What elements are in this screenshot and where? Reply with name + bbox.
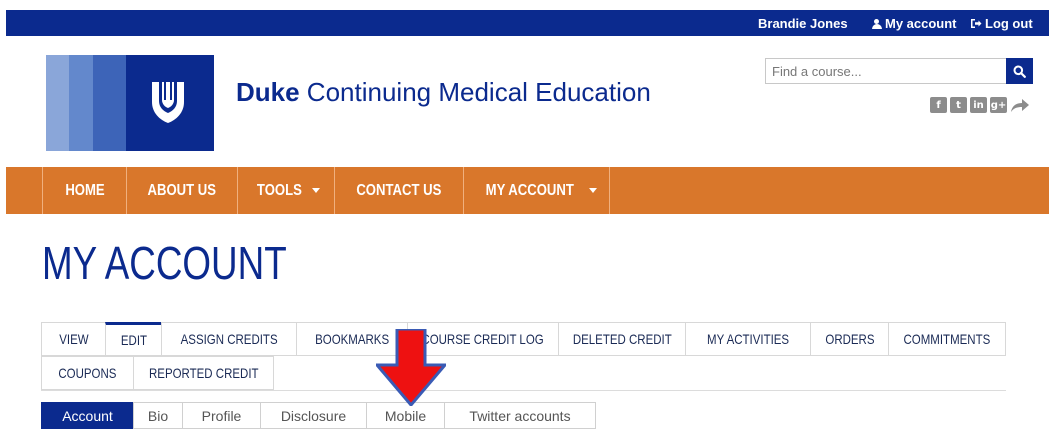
social-links: f t in g+ bbox=[930, 97, 1030, 113]
duke-shield-icon bbox=[152, 82, 184, 123]
facebook-icon[interactable]: f bbox=[930, 97, 947, 113]
tab-label: COMMITMENTS bbox=[903, 331, 991, 347]
nav-about-us[interactable]: ABOUT US bbox=[126, 167, 237, 214]
logout-icon bbox=[971, 19, 982, 28]
tab-assign-credits[interactable]: ASSIGN CREDITS bbox=[161, 322, 296, 356]
tab-edit[interactable]: EDIT bbox=[105, 322, 161, 356]
my-account-link[interactable]: My account bbox=[872, 16, 957, 31]
search-input[interactable] bbox=[765, 58, 1006, 84]
tab-label: DELETED CREDIT bbox=[572, 331, 672, 347]
user-name-link[interactable]: Brandie Jones bbox=[758, 16, 848, 31]
nav-tools-label: TOOLS bbox=[256, 181, 302, 199]
subtab-label: Bio bbox=[147, 407, 169, 424]
nav-my-account[interactable]: MY ACCOUNT bbox=[463, 167, 610, 214]
subtab-mobile[interactable]: Mobile bbox=[366, 402, 444, 429]
tab-view[interactable]: VIEW bbox=[41, 322, 105, 356]
tab-commitments[interactable]: COMMITMENTS bbox=[888, 322, 1006, 356]
caret-down-icon bbox=[312, 188, 321, 193]
subtab-label: Account bbox=[62, 407, 113, 424]
nav-contact-us[interactable]: CONTACT US bbox=[334, 167, 463, 214]
page-title: MY ACCOUNT bbox=[42, 237, 287, 289]
brand-rest: Continuing Medical Education bbox=[299, 77, 651, 107]
my-account-label: My account bbox=[885, 16, 957, 31]
nav-about-label: ABOUT US bbox=[147, 181, 217, 199]
subtab-label: Mobile bbox=[384, 407, 427, 424]
linkedin-icon[interactable]: in bbox=[970, 97, 987, 113]
nav-home-label: HOME bbox=[64, 181, 105, 199]
tab-label: EDIT bbox=[120, 332, 147, 348]
tab-label: ORDERS bbox=[824, 331, 875, 347]
google-plus-icon[interactable]: g+ bbox=[990, 97, 1007, 113]
site-brand-title[interactable]: Duke Continuing Medical Education bbox=[236, 77, 651, 108]
share-icon[interactable] bbox=[1010, 97, 1030, 113]
nav-tools[interactable]: TOOLS bbox=[237, 167, 334, 214]
subtab-profile[interactable]: Profile bbox=[182, 402, 260, 429]
duke-logo[interactable] bbox=[46, 55, 214, 151]
tab-label: REPORTED CREDIT bbox=[148, 365, 259, 381]
tabs-divider bbox=[41, 390, 1006, 391]
top-utility-bar: Brandie Jones My account Log out bbox=[6, 10, 1049, 36]
search-button[interactable] bbox=[1006, 58, 1033, 84]
search-icon bbox=[1013, 65, 1026, 78]
logo-stripe bbox=[93, 55, 126, 151]
subtab-label: Profile bbox=[201, 407, 242, 424]
course-search bbox=[765, 58, 1033, 84]
subtab-label: Twitter accounts bbox=[469, 407, 571, 424]
tab-orders[interactable]: ORDERS bbox=[810, 322, 888, 356]
tab-label: MY ACTIVITIES bbox=[706, 331, 790, 347]
subtab-twitter-accounts[interactable]: Twitter accounts bbox=[444, 402, 596, 429]
subtab-account[interactable]: Account bbox=[41, 402, 133, 429]
tab-reported-credit[interactable]: REPORTED CREDIT bbox=[133, 356, 274, 390]
tab-coupons[interactable]: COUPONS bbox=[41, 356, 133, 390]
tab-label: ASSIGN CREDITS bbox=[180, 331, 278, 347]
nav-my-account-label: MY ACCOUNT bbox=[485, 181, 574, 199]
subtab-label: Disclosure bbox=[280, 407, 347, 424]
red-arrow-down-icon bbox=[376, 329, 446, 406]
subtab-bio[interactable]: Bio bbox=[133, 402, 182, 429]
logo-stripe bbox=[46, 55, 69, 151]
nav-home[interactable]: HOME bbox=[42, 167, 126, 214]
caret-down-icon bbox=[589, 188, 598, 193]
logo-stripe bbox=[69, 55, 93, 151]
person-icon bbox=[872, 18, 882, 29]
logout-link[interactable]: Log out bbox=[970, 16, 1033, 31]
tab-deleted-credit[interactable]: DELETED CREDIT bbox=[558, 322, 685, 356]
main-nav: HOME ABOUT US TOOLS CONTACT US MY ACCOUN… bbox=[6, 167, 1049, 214]
tab-my-activities[interactable]: MY ACTIVITIES bbox=[685, 322, 810, 356]
nav-contact-label: CONTACT US bbox=[356, 181, 442, 199]
subtab-disclosure[interactable]: Disclosure bbox=[260, 402, 366, 429]
brand-bold: Duke bbox=[236, 77, 300, 107]
logout-label: Log out bbox=[985, 16, 1033, 31]
twitter-icon[interactable]: t bbox=[950, 97, 967, 113]
tab-label: VIEW bbox=[58, 331, 89, 347]
tab-label: COUPONS bbox=[58, 365, 117, 381]
user-name: Brandie Jones bbox=[758, 16, 848, 31]
